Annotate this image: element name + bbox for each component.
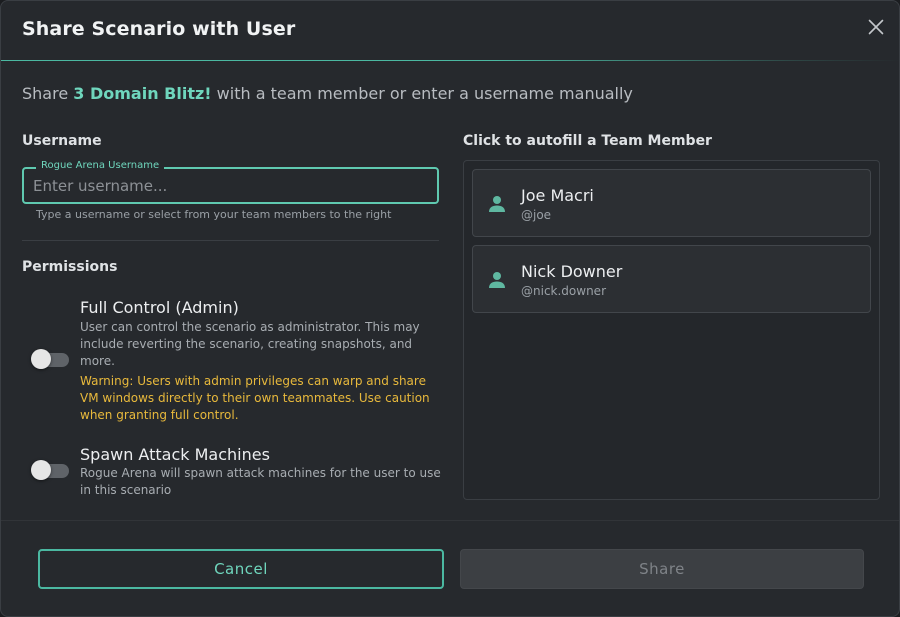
spawn-attack-machines-description: Rogue Arena will spawn attack machines f… xyxy=(80,466,441,497)
team-members-panel: Joe Macri @joe Nick Downer @nick.downer xyxy=(463,160,880,500)
section-divider xyxy=(22,240,439,241)
footer-divider xyxy=(1,520,899,521)
full-control-warning: Warning: Users with admin privileges can… xyxy=(80,374,430,422)
member-name: Nick Downer xyxy=(521,262,623,281)
username-label: Username xyxy=(22,133,102,149)
full-control-title: Full Control (Admin) xyxy=(80,298,239,317)
share-scenario-dialog: Share Scenario with User Share 3 Domain … xyxy=(0,0,900,617)
username-helper-text: Type a username or select from your team… xyxy=(36,208,392,221)
toggle-thumb xyxy=(31,460,51,480)
close-icon xyxy=(868,19,884,35)
person-icon xyxy=(489,272,505,288)
team-member-joe-macri[interactable]: Joe Macri @joe xyxy=(472,169,871,237)
close-button[interactable] xyxy=(863,14,889,40)
subtitle-suffix: with a team member or enter a username m… xyxy=(216,84,633,103)
scenario-name: 3 Domain Blitz! xyxy=(73,84,212,103)
full-control-description: User can control the scenario as adminis… xyxy=(80,320,420,368)
permissions-label: Permissions xyxy=(22,259,118,275)
dialog-subtitle: Share 3 Domain Blitz! with a team member… xyxy=(22,84,633,103)
person-icon xyxy=(489,196,505,212)
toggle-thumb xyxy=(31,349,51,369)
header-divider xyxy=(1,60,899,61)
dialog-title: Share Scenario with User xyxy=(22,18,296,40)
full-control-toggle[interactable] xyxy=(31,348,69,369)
member-handle: @joe xyxy=(521,208,552,222)
spawn-attack-machines-title: Spawn Attack Machines xyxy=(80,445,270,464)
username-field[interactable]: Rogue Arena Username xyxy=(22,160,439,204)
cancel-button[interactable]: Cancel xyxy=(38,549,444,589)
team-members-label: Click to autofill a Team Member xyxy=(463,133,712,149)
share-button[interactable]: Share xyxy=(460,549,864,589)
subtitle-prefix: Share xyxy=(22,84,69,103)
member-name: Joe Macri xyxy=(521,186,594,205)
spawn-attack-machines-toggle[interactable] xyxy=(31,459,69,480)
username-field-legend: Rogue Arena Username xyxy=(36,160,165,171)
username-input[interactable] xyxy=(33,175,423,197)
member-handle: @nick.downer xyxy=(521,284,606,298)
team-member-nick-downer[interactable]: Nick Downer @nick.downer xyxy=(472,245,871,313)
